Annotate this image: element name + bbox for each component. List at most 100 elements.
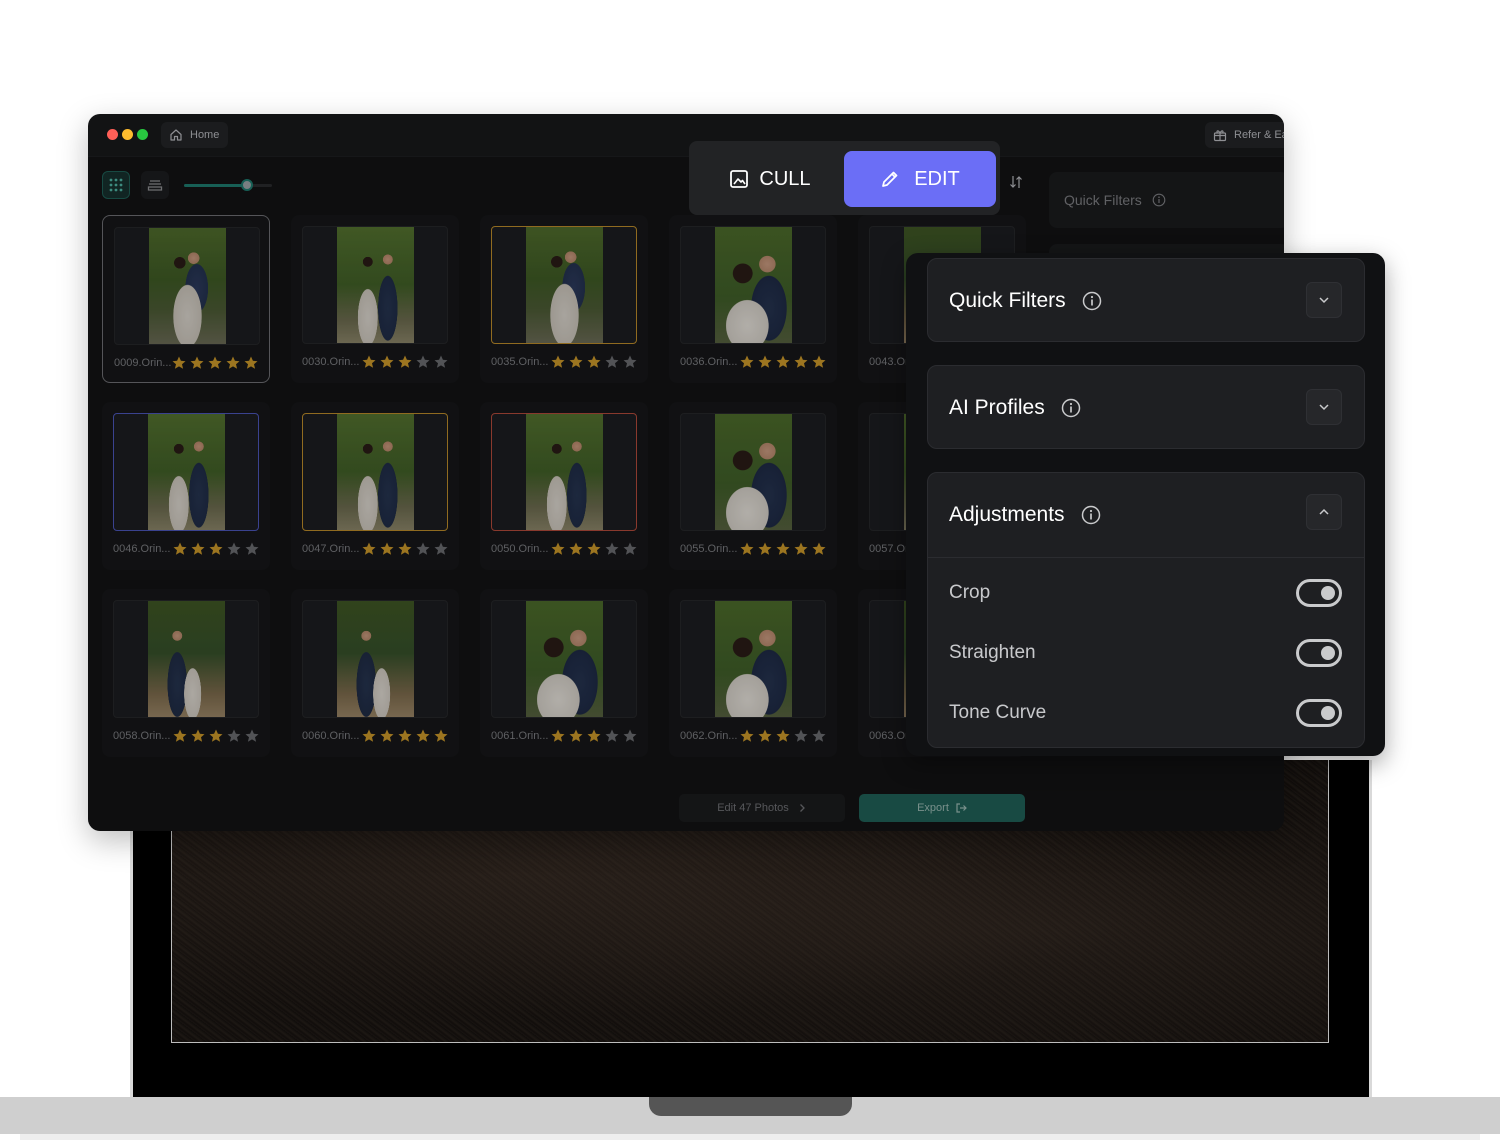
photo-card[interactable]: 0009.Orin... [102, 215, 270, 383]
star-icon[interactable] [586, 354, 602, 370]
photo-card[interactable]: 0058.Orin... [102, 589, 270, 757]
refer-earn-button[interactable]: Refer & Earn [1205, 122, 1284, 148]
star-icon[interactable] [190, 541, 206, 557]
star-icon[interactable] [172, 541, 188, 557]
photo-thumbnail[interactable] [491, 413, 637, 531]
star-icon[interactable] [415, 728, 431, 744]
star-icon[interactable] [226, 541, 242, 557]
tone-curve-toggle[interactable] [1296, 699, 1342, 727]
star-icon[interactable] [622, 541, 638, 557]
star-icon[interactable] [586, 541, 602, 557]
star-icon[interactable] [415, 541, 431, 557]
star-icon[interactable] [793, 728, 809, 744]
photo-thumbnail[interactable] [680, 226, 826, 344]
photo-thumbnail[interactable] [302, 226, 448, 344]
star-icon[interactable] [775, 354, 791, 370]
star-icon[interactable] [225, 355, 241, 371]
star-icon[interactable] [793, 354, 809, 370]
star-icon[interactable] [379, 541, 395, 557]
edit-mode-button[interactable]: EDIT [844, 151, 996, 207]
star-icon[interactable] [811, 541, 827, 557]
star-icon[interactable] [622, 728, 638, 744]
adjustments-collapse-button[interactable] [1306, 494, 1342, 530]
star-rating[interactable] [361, 728, 449, 744]
photo-card[interactable]: 0046.Orin... [102, 402, 270, 570]
star-rating[interactable] [550, 354, 638, 370]
star-icon[interactable] [739, 541, 755, 557]
star-icon[interactable] [604, 728, 620, 744]
ai-profiles-section[interactable]: AI Profiles [927, 365, 1365, 449]
photo-thumbnail[interactable] [302, 600, 448, 718]
star-icon[interactable] [361, 541, 377, 557]
photo-thumbnail[interactable] [680, 413, 826, 531]
star-icon[interactable] [604, 354, 620, 370]
quick-filters-header[interactable]: Quick Filters [928, 259, 1364, 343]
quick-filters-section[interactable]: Quick Filters [927, 258, 1365, 342]
photo-card[interactable]: 0060.Orin... [291, 589, 459, 757]
star-icon[interactable] [361, 728, 377, 744]
star-icon[interactable] [208, 728, 224, 744]
photo-thumbnail[interactable] [113, 600, 259, 718]
photo-card[interactable]: 0055.Orin... [669, 402, 837, 570]
star-icon[interactable] [757, 728, 773, 744]
star-icon[interactable] [568, 728, 584, 744]
crop-toggle[interactable] [1296, 579, 1342, 607]
photo-thumbnail[interactable] [113, 413, 259, 531]
star-icon[interactable] [568, 541, 584, 557]
star-icon[interactable] [244, 541, 260, 557]
star-icon[interactable] [739, 728, 755, 744]
star-icon[interactable] [550, 354, 566, 370]
star-icon[interactable] [757, 354, 773, 370]
photo-thumbnail[interactable] [680, 600, 826, 718]
star-icon[interactable] [415, 354, 431, 370]
star-icon[interactable] [361, 354, 377, 370]
photo-card[interactable]: 0062.Orin... [669, 589, 837, 757]
thumbnail-size-slider[interactable] [184, 179, 272, 191]
grid-view-button[interactable] [102, 171, 130, 199]
photo-thumbnail[interactable] [114, 227, 260, 345]
star-icon[interactable] [207, 355, 223, 371]
info-icon[interactable] [1061, 398, 1081, 418]
ai-profiles-header[interactable]: AI Profiles [928, 366, 1364, 450]
photo-thumbnail[interactable] [491, 600, 637, 718]
close-window-button[interactable] [107, 129, 118, 140]
ai-profiles-expand-button[interactable] [1306, 389, 1342, 425]
star-icon[interactable] [811, 354, 827, 370]
star-rating[interactable] [171, 355, 259, 371]
star-rating[interactable] [739, 354, 827, 370]
star-rating[interactable] [739, 728, 827, 744]
photo-card[interactable]: 0050.Orin... [480, 402, 648, 570]
maximize-window-button[interactable] [137, 129, 148, 140]
star-icon[interactable] [793, 541, 809, 557]
star-icon[interactable] [433, 728, 449, 744]
star-icon[interactable] [433, 541, 449, 557]
star-icon[interactable] [190, 728, 206, 744]
star-rating[interactable] [172, 541, 260, 557]
cull-mode-button[interactable]: CULL [700, 151, 840, 207]
star-icon[interactable] [397, 354, 413, 370]
star-icon[interactable] [739, 354, 755, 370]
photo-thumbnail[interactable] [491, 226, 637, 344]
star-rating[interactable] [361, 354, 449, 370]
star-rating[interactable] [739, 541, 827, 557]
info-icon[interactable] [1082, 291, 1102, 311]
minimize-window-button[interactable] [122, 129, 133, 140]
star-icon[interactable] [811, 728, 827, 744]
star-icon[interactable] [379, 354, 395, 370]
info-icon[interactable] [1081, 505, 1101, 525]
stack-view-button[interactable] [141, 171, 169, 199]
star-icon[interactable] [568, 354, 584, 370]
star-icon[interactable] [172, 728, 188, 744]
export-button[interactable]: Export [859, 794, 1025, 822]
star-rating[interactable] [172, 728, 260, 744]
photo-card[interactable]: 0047.Orin... [291, 402, 459, 570]
star-rating[interactable] [550, 541, 638, 557]
star-rating[interactable] [361, 541, 449, 557]
swap-icon[interactable] [1008, 174, 1024, 190]
star-icon[interactable] [775, 541, 791, 557]
star-icon[interactable] [244, 728, 260, 744]
star-icon[interactable] [550, 541, 566, 557]
star-icon[interactable] [622, 354, 638, 370]
star-icon[interactable] [433, 354, 449, 370]
star-icon[interactable] [604, 541, 620, 557]
